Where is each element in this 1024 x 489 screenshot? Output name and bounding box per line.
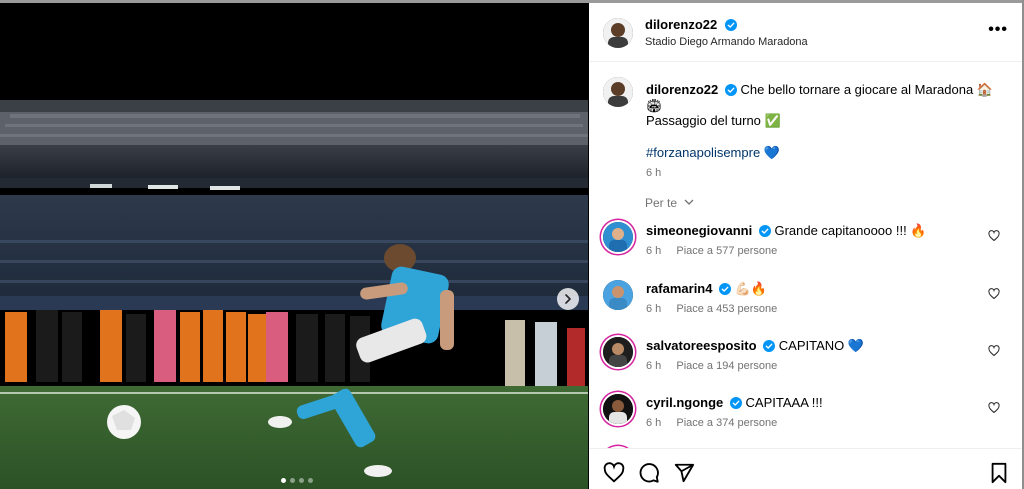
instagram-post-modal: dilorenzo22 Stadio Diego Armando Maradon… <box>0 0 1024 489</box>
heart-icon[interactable] <box>603 462 625 484</box>
post-location[interactable]: Stadio Diego Armando Maradona <box>645 36 808 48</box>
post-action-bar <box>589 448 1022 489</box>
comment-item: salvatoreesposito CAPITANO 💙 6 h Piace a… <box>603 335 1008 385</box>
comment-body: salvatoreesposito CAPITANO 💙 <box>646 338 864 354</box>
carousel-dot <box>281 478 286 483</box>
comment-item: simeonegiovanni Grande capitanoooo !!! 🔥… <box>603 220 1008 270</box>
comment-filter-label: Per te <box>645 196 678 210</box>
comment-text: CAPITAAA !!! <box>745 395 823 410</box>
caption-line-2: Passaggio del turno ✅ <box>646 113 781 128</box>
comment-time[interactable]: 6 h <box>646 417 661 429</box>
comment-body: cyril.ngonge CAPITAAA !!! <box>646 395 823 410</box>
commenter-avatar[interactable] <box>603 280 633 310</box>
commenter-username[interactable]: simeonegiovanni <box>646 223 752 238</box>
heart-icon[interactable] <box>988 345 1000 357</box>
comment-item: cyril.ngonge CAPITAAA !!! 6 h Piace a 37… <box>603 392 1008 442</box>
carousel-dot <box>299 478 304 483</box>
more-options-button[interactable]: ••• <box>988 22 1008 38</box>
comment-time[interactable]: 6 h <box>646 360 661 372</box>
post-media <box>0 3 588 489</box>
verified-badge-icon <box>729 397 742 409</box>
comment-likes[interactable]: Piace a 374 persone <box>676 417 777 429</box>
commenter-username[interactable]: rafamarin4 <box>646 281 712 296</box>
caption-timestamp[interactable]: 6 h <box>646 167 661 179</box>
author-avatar[interactable] <box>603 18 633 48</box>
comment-body: simeonegiovanni Grande capitanoooo !!! 🔥 <box>646 223 927 239</box>
carousel-dot <box>308 478 313 483</box>
author-avatar[interactable] <box>603 77 633 107</box>
comment-filter-dropdown[interactable]: Per te <box>645 196 694 210</box>
comment-text: 💪🏻🔥 <box>734 281 768 296</box>
heart-icon[interactable] <box>988 230 1000 242</box>
commenter-avatar[interactable] <box>603 394 633 424</box>
comment-text: Grande capitanoooo !!! 🔥 <box>774 223 927 238</box>
commenter-avatar[interactable] <box>603 222 633 252</box>
caption-hashtag-line: #forzanapolisempre 💙 <box>646 145 780 161</box>
carousel-dot <box>290 478 295 483</box>
carousel-indicator <box>281 478 313 483</box>
caption-username[interactable]: dilorenzo22 <box>646 82 718 97</box>
hashtag-link[interactable]: #forzanapolisempre <box>646 145 760 160</box>
comment-likes[interactable]: Piace a 453 persone <box>676 303 777 315</box>
bookmark-icon[interactable] <box>989 462 1009 484</box>
verified-badge-icon <box>719 283 732 295</box>
comment-likes[interactable]: Piace a 194 persone <box>676 360 777 372</box>
comment-time[interactable]: 6 h <box>646 245 661 257</box>
comment-likes[interactable]: Piace a 577 persone <box>676 245 777 257</box>
comment-meta: 6 h Piace a 577 persone <box>646 245 789 257</box>
heart-icon[interactable] <box>988 288 1000 300</box>
verified-badge-icon <box>724 84 737 96</box>
comment-time[interactable]: 6 h <box>646 303 661 315</box>
comment-meta: 6 h Piace a 194 persone <box>646 360 789 372</box>
chevron-down-icon <box>684 199 694 205</box>
commenter-username[interactable]: cyril.ngonge <box>646 395 723 410</box>
comment-icon[interactable] <box>638 462 660 484</box>
author-username[interactable]: dilorenzo22 <box>645 17 717 32</box>
comment-body: rafamarin4 💪🏻🔥 <box>646 281 767 297</box>
verified-badge-icon <box>763 340 776 352</box>
comment-meta: 6 h Piace a 453 persone <box>646 303 789 315</box>
commenter-username[interactable]: salvatoreesposito <box>646 338 757 353</box>
verified-badge-icon <box>724 19 737 31</box>
share-icon[interactable] <box>673 462 695 484</box>
comment-meta: 6 h Piace a 374 persone <box>646 417 789 429</box>
commenter-avatar[interactable] <box>603 337 633 367</box>
comment-text: CAPITANO 💙 <box>778 338 865 353</box>
chevron-right-icon <box>565 294 571 304</box>
next-media-button[interactable] <box>557 288 579 310</box>
comment-item: rafamarin4 💪🏻🔥 6 h Piace a 453 persone <box>603 278 1008 328</box>
post-photo[interactable] <box>0 100 588 489</box>
caption-first-line: dilorenzo22 Che bello tornare a giocare … <box>646 82 996 114</box>
verified-badge-icon <box>758 225 771 237</box>
heart-icon[interactable] <box>988 402 1000 414</box>
caption-emoji: 💙 <box>763 145 780 160</box>
post-header: dilorenzo22 Stadio Diego Armando Maradon… <box>589 3 1022 62</box>
comments-section: dilorenzo22 Che bello tornare a giocare … <box>589 63 1022 448</box>
post-side-panel: dilorenzo22 Stadio Diego Armando Maradon… <box>589 3 1022 489</box>
